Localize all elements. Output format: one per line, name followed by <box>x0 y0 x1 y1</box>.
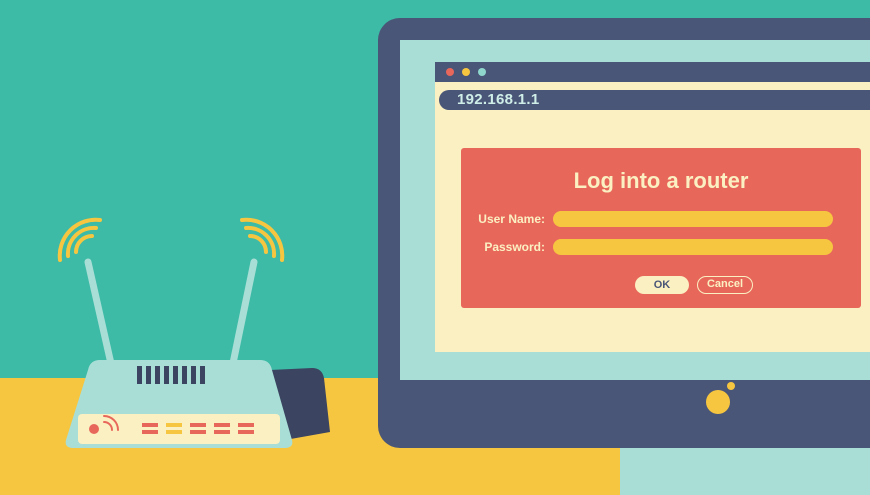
router-antenna-left <box>84 258 116 372</box>
router-antenna-right <box>228 258 258 372</box>
browser-titlebar <box>435 62 870 82</box>
power-indicator-icon <box>727 382 735 390</box>
login-dialog: Log into a router User Name: Password: O… <box>461 148 861 308</box>
username-label: User Name: <box>478 212 545 226</box>
login-title: Log into a router <box>573 168 749 193</box>
window-close-icon[interactable] <box>446 68 454 76</box>
cancel-button[interactable]: Cancel <box>697 276 753 294</box>
illustration-scene: 192.168.1.1 Log into a router User Name:… <box>0 0 870 495</box>
router-power-led <box>89 424 99 434</box>
password-label: Password: <box>484 240 545 254</box>
password-field[interactable] <box>553 239 833 255</box>
window-minimize-icon[interactable] <box>462 68 470 76</box>
power-button-icon <box>706 390 730 414</box>
window-maximize-icon[interactable] <box>478 68 486 76</box>
wifi-signal-icon <box>240 217 285 262</box>
username-field[interactable] <box>553 211 833 227</box>
address-bar[interactable]: 192.168.1.1 <box>439 90 870 110</box>
router-front-panel <box>78 414 280 444</box>
wifi-signal-icon <box>57 217 102 262</box>
address-text[interactable]: 192.168.1.1 <box>457 91 540 108</box>
browser-window: 192.168.1.1 Log into a router User Name:… <box>435 62 870 352</box>
ok-button[interactable]: OK <box>635 276 689 294</box>
